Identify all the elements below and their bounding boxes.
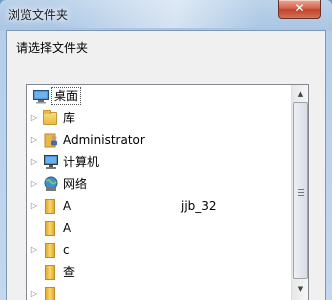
close-button[interactable]: ✕ xyxy=(278,0,321,19)
tree-item-desktop[interactable]: 桌面 xyxy=(27,85,291,107)
folder-icon xyxy=(45,221,55,236)
tree-item-folder[interactable]: ▷ A jjb_32 xyxy=(27,195,291,217)
expand-arrow-icon[interactable]: ▷ xyxy=(29,173,39,195)
tree-item-label: Administrator xyxy=(63,133,145,147)
expand-arrow-icon[interactable]: ▷ xyxy=(29,151,39,173)
prompt-text: 请选择文件夹 xyxy=(16,41,89,55)
tree-item-label: 桌面 xyxy=(51,87,82,105)
tree-item-folder[interactable]: 查 xyxy=(27,261,291,283)
tree-item-label-suffix: jjb_32 xyxy=(181,199,217,213)
desktop-icon xyxy=(33,88,49,104)
tree-item-label: A xyxy=(63,199,72,213)
folder-tree[interactable]: 桌面 ▷ 库 ▷ Administrator ▷ 计算机 ▷ 网络 ▷ A jj… xyxy=(26,84,309,300)
tree-item-administrator[interactable]: ▷ Administrator xyxy=(27,129,291,151)
computer-icon xyxy=(43,154,59,170)
tree-item-folder[interactable]: ▷ xyxy=(27,283,291,300)
redaction-mask xyxy=(73,200,179,213)
network-icon xyxy=(43,176,59,192)
browse-folder-dialog: 浏览文件夹 ✕ 请选择文件夹 桌面 ▷ 库 ▷ Administrator ▷ … xyxy=(0,0,332,300)
folder-icon xyxy=(45,243,55,258)
redaction-mask xyxy=(63,288,173,300)
expand-arrow-icon[interactable]: ▷ xyxy=(29,283,39,300)
grip-icon xyxy=(298,189,304,196)
tree-item-label: 计算机 xyxy=(63,155,100,169)
scroll-up-arrow-icon[interactable]: ▲ xyxy=(293,86,308,102)
tree-item-folder[interactable]: A xyxy=(27,217,291,239)
window-title: 浏览文件夹 xyxy=(8,8,69,22)
tree-item-folder[interactable]: ▷ c xyxy=(27,239,291,261)
redaction-mask xyxy=(77,266,157,279)
expand-arrow-icon[interactable]: ▷ xyxy=(29,239,39,261)
library-icon xyxy=(43,110,57,125)
expand-arrow-icon[interactable]: ▷ xyxy=(29,195,39,217)
folder-icon xyxy=(45,287,55,300)
folder-icon xyxy=(45,199,55,214)
tree-item-label: 库 xyxy=(63,111,76,125)
tree-item-library[interactable]: ▷ 库 xyxy=(27,107,291,129)
scrollbar-thumb[interactable] xyxy=(293,102,308,279)
tree-item-network[interactable]: ▷ 网络 xyxy=(27,173,291,195)
tree-item-label: A xyxy=(63,221,72,235)
expand-arrow-icon[interactable]: ▷ xyxy=(29,107,39,129)
expand-arrow-icon[interactable]: ▷ xyxy=(29,129,39,151)
scroll-down-arrow-icon[interactable]: ▼ xyxy=(293,281,308,297)
tree-item-label: 查 xyxy=(63,265,76,279)
redaction-mask xyxy=(72,244,167,257)
title-bar[interactable]: 浏览文件夹 ✕ xyxy=(0,0,332,30)
redaction-mask xyxy=(73,222,163,235)
tree-item-label: 网络 xyxy=(63,177,88,191)
tree-scrollbar[interactable]: ▲ ▼ xyxy=(291,85,308,300)
tree-item-label: c xyxy=(63,243,70,257)
user-folder-icon xyxy=(43,132,59,148)
tree-item-computer[interactable]: ▷ 计算机 xyxy=(27,151,291,173)
folder-icon xyxy=(45,265,55,280)
